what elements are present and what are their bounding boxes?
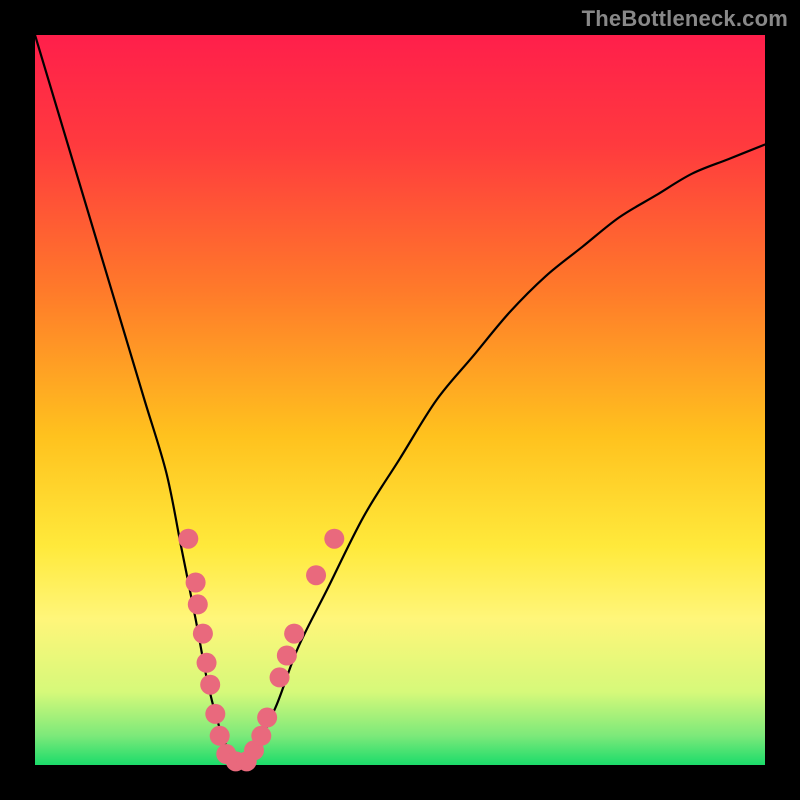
plot-area — [35, 35, 765, 765]
sample-point — [251, 726, 271, 746]
sample-point — [270, 667, 290, 687]
watermark-text: TheBottleneck.com — [582, 6, 788, 32]
sample-point — [284, 624, 304, 644]
sample-point — [210, 726, 230, 746]
sample-point — [306, 565, 326, 585]
sample-point — [178, 529, 198, 549]
sample-point — [324, 529, 344, 549]
sample-point — [197, 653, 217, 673]
curve-layer — [35, 35, 765, 765]
sample-point — [193, 624, 213, 644]
sample-point — [277, 646, 297, 666]
sample-point — [188, 594, 208, 614]
chart-frame: TheBottleneck.com — [0, 0, 800, 800]
sample-point — [200, 675, 220, 695]
sample-point — [257, 708, 277, 728]
sample-point — [205, 704, 225, 724]
sample-point — [186, 573, 206, 593]
bottleneck-curve — [35, 35, 765, 765]
sample-points-group — [178, 529, 344, 772]
